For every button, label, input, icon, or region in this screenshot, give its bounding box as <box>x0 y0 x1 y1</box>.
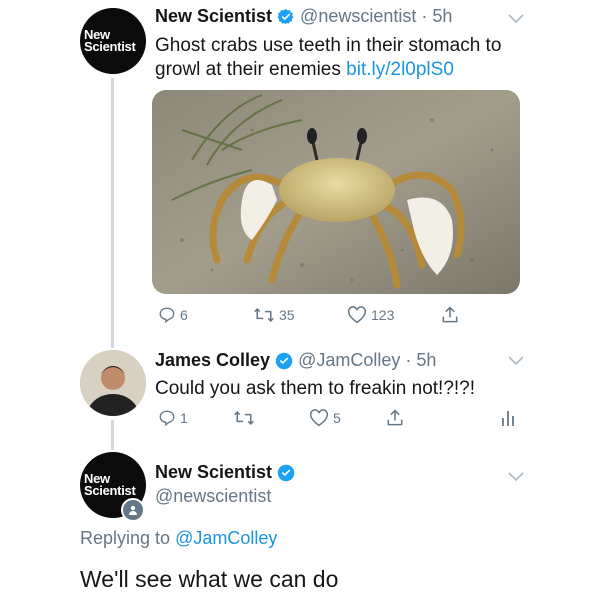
avatar-text-line2: Scientist <box>84 39 136 54</box>
like-count: 5 <box>333 410 341 426</box>
reply-button[interactable]: 1 <box>158 409 188 427</box>
display-name[interactable]: New Scientist <box>155 462 272 483</box>
avatar-new-scientist[interactable]: New Scientist <box>80 8 146 74</box>
analytics-icon <box>502 411 514 426</box>
tweet-text-line2: growl at their enemies bit.ly/2l0plS0 <box>155 58 535 82</box>
share-icon <box>442 306 458 323</box>
tweet-link[interactable]: bit.ly/2l0plS0 <box>346 59 454 80</box>
verified-badge-icon <box>277 464 295 481</box>
tweet2-text: Could you ask them to freakin not!?!?! <box>155 378 476 399</box>
analytics-button[interactable] <box>500 408 516 428</box>
handle[interactable]: @newscientist <box>300 6 416 27</box>
verified-badge-icon <box>275 352 293 369</box>
chevron-down-icon[interactable] <box>508 14 524 24</box>
reply-count: 1 <box>180 410 188 426</box>
crab-image <box>152 90 520 294</box>
person-icon <box>129 505 137 515</box>
display-name[interactable]: James Colley <box>155 350 270 371</box>
retweet-icon <box>234 410 254 426</box>
replying-prefix: Replying to <box>80 528 176 548</box>
retweet-button[interactable]: 35 <box>253 306 295 324</box>
reply-button[interactable]: 6 <box>158 306 188 324</box>
retweet-icon <box>254 307 274 323</box>
verified-badge-icon <box>277 8 294 25</box>
like-icon <box>348 306 366 324</box>
chevron-down-icon[interactable] <box>508 356 524 366</box>
share-button[interactable] <box>385 408 405 428</box>
tweet-header: New Scientist @newscientist · 5h <box>155 6 452 27</box>
like-count: 123 <box>371 307 395 323</box>
avatar-james-colley[interactable] <box>80 350 146 416</box>
retweet-button[interactable] <box>233 409 255 427</box>
tweet-text: Ghost crabs use teeth in their stomach t… <box>155 34 535 82</box>
reply-icon <box>159 410 175 427</box>
tweet-text-line2-body: growl at their enemies <box>155 59 347 80</box>
avatar-text-line2: Scientist <box>84 483 136 498</box>
reply-icon <box>159 307 175 324</box>
share-button[interactable] <box>440 305 460 325</box>
tweet3-header: New Scientist <box>155 462 295 483</box>
share-icon <box>387 409 403 426</box>
retweet-count: 35 <box>279 307 295 323</box>
follow-badge-icon[interactable] <box>121 498 145 522</box>
timestamp[interactable]: · 5h <box>405 350 436 371</box>
tweet2-header: James Colley @JamColley · 5h <box>155 350 436 371</box>
thread-line <box>111 78 114 348</box>
replying-to: Replying to @JamColley <box>80 528 277 549</box>
handle[interactable]: @newscientist <box>155 486 271 507</box>
tweet3-text: We'll see what we can do <box>80 566 339 592</box>
tweet-text-line1: Ghost crabs use teeth in their stomach t… <box>155 35 502 56</box>
crab-photo[interactable] <box>152 90 520 294</box>
like-button[interactable]: 123 <box>347 306 394 324</box>
handle[interactable]: @JamColley <box>298 350 400 371</box>
timestamp[interactable]: · 5h <box>421 6 452 27</box>
avatar-photo <box>80 350 146 416</box>
chevron-down-icon[interactable] <box>508 472 524 482</box>
display-name[interactable]: New Scientist <box>155 6 272 27</box>
tweet3-handle-row: @newscientist <box>155 486 271 507</box>
reply-count: 6 <box>180 307 188 323</box>
replying-to-handle[interactable]: @JamColley <box>175 528 277 548</box>
like-button[interactable]: 5 <box>309 409 341 427</box>
like-icon <box>310 409 328 427</box>
thread-line-2 <box>111 420 114 450</box>
